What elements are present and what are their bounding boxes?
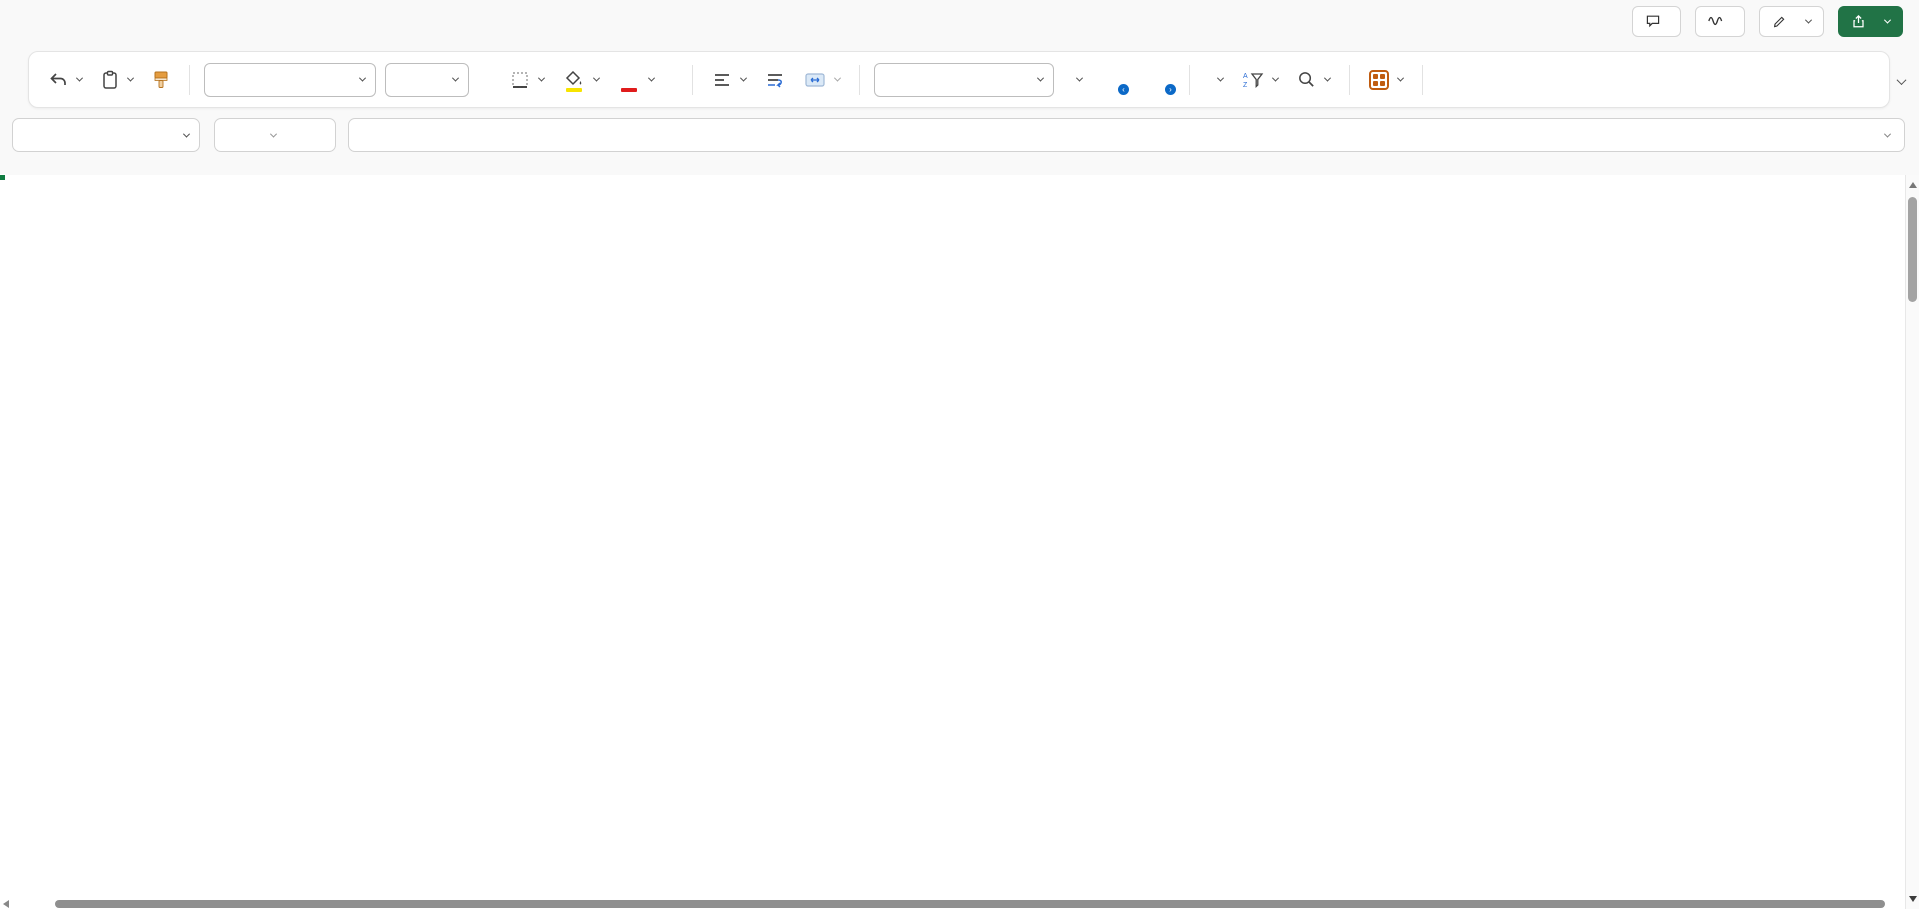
spreadsheet-grid (0, 174, 1905, 909)
table-grid-icon (1369, 69, 1389, 90)
borders-icon (512, 71, 528, 88)
format-as-table-button[interactable] (1364, 66, 1408, 94)
name-box[interactable] (12, 118, 200, 152)
align-icon (715, 73, 729, 86)
chevron-down-icon (592, 74, 601, 82)
wrap-text-button[interactable] (760, 67, 790, 93)
decrease-decimal-icon: ‹ (1101, 69, 1129, 95)
undo-icon (50, 72, 66, 85)
paint-bucket-icon (563, 69, 585, 92)
formula-bar-expand-icon[interactable] (1883, 130, 1892, 138)
pencil-icon (1773, 16, 1785, 27)
divider (692, 64, 693, 95)
chevron-down-icon (1323, 74, 1332, 82)
font-group-more-button[interactable] (668, 76, 678, 84)
divider (1422, 64, 1423, 95)
font-color-icon (618, 69, 640, 92)
font-color-button[interactable] (613, 65, 659, 95)
chevron-down-icon (1271, 74, 1280, 82)
search-icon (1299, 72, 1314, 87)
chevron-down-icon (126, 74, 135, 82)
font-name-combo[interactable] (204, 62, 376, 97)
formula-controls (214, 118, 336, 152)
wrap-text-icon (768, 73, 782, 88)
fill-color-button[interactable] (558, 65, 604, 95)
chevron-down-icon (647, 74, 656, 82)
sort-filter-button[interactable]: AZ (1237, 65, 1283, 95)
vertical-scrollbar-thumb[interactable] (1908, 197, 1917, 302)
selected-cell-outline (0, 174, 6, 181)
currency-format-button[interactable] (1063, 73, 1087, 86)
menu-bar (0, 0, 1919, 42)
increase-decimal-icon: › (1142, 69, 1176, 95)
scroll-left-arrow-icon[interactable] (3, 900, 9, 908)
share-icon (1853, 14, 1864, 27)
clipboard-icon (103, 70, 117, 89)
borders-button[interactable] (505, 66, 549, 94)
chevron-down-icon (269, 130, 278, 138)
svg-text:Z: Z (1243, 82, 1248, 89)
fill-color-swatch (566, 87, 582, 92)
horizontal-scrollbar-thumb[interactable] (55, 900, 1885, 908)
align-button[interactable] (707, 67, 751, 93)
undo-button[interactable] (43, 66, 87, 94)
font-color-swatch (621, 87, 637, 92)
formula-bar (0, 116, 1919, 162)
catch-up-icon (1708, 16, 1723, 26)
chevron-down-icon (1804, 16, 1813, 24)
share-button[interactable] (1838, 5, 1903, 37)
chevron-down-icon (1396, 74, 1405, 82)
chevron-down-icon (1883, 16, 1892, 24)
divider (189, 64, 190, 95)
paste-button[interactable] (96, 66, 138, 94)
merge-cells-icon (805, 72, 825, 87)
catch-up-button[interactable] (1695, 5, 1745, 37)
divider (859, 64, 860, 95)
chevron-down-icon (833, 74, 842, 82)
format-painter-button[interactable] (147, 66, 175, 94)
ribbon-toolbar: ‹ › AZ (28, 51, 1890, 108)
ribbon-overflow-button[interactable] (1437, 76, 1447, 84)
vertical-scrollbar[interactable] (1905, 175, 1919, 909)
chevron-down-icon (1216, 74, 1225, 82)
divider (1189, 64, 1190, 95)
ribbon-collapse-chevron-icon[interactable] (1896, 75, 1907, 86)
chevron-down-icon (358, 74, 367, 82)
autosum-button[interactable] (1204, 73, 1228, 86)
chevron-down-icon (537, 74, 546, 82)
font-size-combo[interactable] (385, 62, 469, 97)
comment-icon (1646, 15, 1660, 28)
editing-mode-button[interactable] (1759, 5, 1824, 37)
fill-handle[interactable] (0, 174, 6, 181)
chevron-down-icon (1036, 74, 1045, 82)
sort-filter-icon: AZ (1242, 69, 1264, 91)
number-format-combo[interactable] (874, 62, 1054, 97)
paintbrush-icon (154, 71, 168, 88)
comments-button[interactable] (1632, 5, 1681, 37)
chevron-down-icon (75, 74, 84, 82)
scroll-down-arrow-icon[interactable] (1909, 896, 1917, 902)
increase-decimal-button[interactable]: › (1137, 65, 1176, 95)
chevron-down-icon (451, 74, 460, 82)
quick-actions (1632, 5, 1919, 37)
svg-text:A: A (1243, 73, 1248, 80)
chevron-down-icon (182, 130, 191, 138)
scroll-up-arrow-icon[interactable] (1909, 182, 1917, 188)
merge-cells-button[interactable] (799, 67, 845, 93)
decrease-decimal-button[interactable]: ‹ (1096, 65, 1129, 95)
chevron-down-icon (1075, 74, 1084, 82)
bold-button[interactable] (478, 76, 496, 84)
chevron-down-icon (739, 74, 748, 82)
formula-input[interactable] (348, 118, 1905, 152)
divider (1349, 64, 1350, 95)
find-button[interactable] (1292, 66, 1335, 93)
